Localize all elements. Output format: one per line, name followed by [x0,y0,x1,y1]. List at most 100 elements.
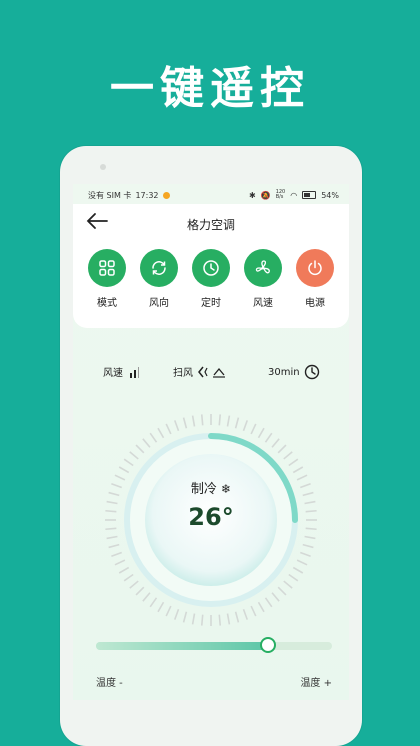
power-icon [308,260,322,276]
dial-tick [182,611,188,623]
temp-plus-button[interactable]: 温度 + [300,674,332,689]
network-speed: 120 B/s [275,189,286,200]
status-left: 没有 SIM 卡 17:32 [88,190,170,201]
dial-tick [283,580,293,589]
dial-tick [271,592,280,602]
direction-button[interactable]: 风向 [135,249,183,309]
dial-tick [135,444,145,454]
fan-speed-info: 风速 [103,364,141,379]
temperature-slider[interactable] [96,637,332,653]
timer-button[interactable]: 定时 [187,249,235,309]
mode-button[interactable]: 模式 [83,249,131,309]
fan-speed-label: 风速 [253,298,273,309]
dial-tick [302,543,314,549]
mute-icon: 🔕 [260,190,271,200]
dial-tick [200,414,204,426]
dial-tick [234,611,240,623]
clock-icon [203,260,219,276]
dial-tick [292,566,304,574]
dial-tick [157,427,165,439]
refresh-icon [152,261,166,275]
dial-tick [157,601,165,613]
dial-tick [123,458,134,467]
dial-readout: 制冷 ❄ 26° [73,478,349,531]
dial-tick [226,613,231,625]
carrier-text: 没有 SIM 卡 [88,191,132,200]
mode-text: 制冷 [190,482,217,497]
grid-icon [99,260,115,276]
fan-speed-circle[interactable] [244,249,282,287]
dial-tick [264,432,273,443]
direction-circle[interactable] [140,249,178,287]
status-bar: 没有 SIM 卡 17:32 ✱ 🔕 120 B/s ◠ 54% [73,184,349,204]
dial-tick [257,601,265,613]
dial-tick [250,423,257,435]
dial-tick [218,614,222,626]
dial-tick [149,597,158,608]
dial-tick [288,573,299,582]
dial-tick [283,451,293,460]
temp-minus-button[interactable]: 温度 - [96,674,123,689]
battery-percent: 54% [321,190,339,200]
dial-tick [296,559,308,566]
fan-speed-info-label: 风速 [103,368,123,379]
dial-tick [264,597,273,608]
control-card: 格力空调 模式 风向 定时 风速 电源 [73,204,349,328]
snowflake-icon: ❄ [221,482,232,496]
dial-tick [257,427,265,439]
camera-dot [100,164,106,170]
dial-tick [165,423,172,435]
dial-tick [142,438,151,448]
dial-tick [277,586,287,596]
power-label: 电源 [305,298,325,309]
swing-info-label: 扫风 [173,368,193,379]
bluetooth-icon: ✱ [249,190,256,200]
dial-tick [292,466,304,474]
dial-tick [242,608,249,620]
dial-tick [135,586,145,596]
power-circle[interactable] [296,249,334,287]
power-button[interactable]: 电源 [291,249,339,309]
dial-tick [242,420,249,432]
dial-tick [250,605,257,617]
dial-tick [234,417,240,429]
dial-tick [218,414,222,426]
notification-icon [162,192,170,199]
dial-tick [106,535,118,540]
dial-mode: 制冷 ❄ [73,478,349,497]
dial-tick [288,458,299,467]
dial-tick [299,551,311,558]
dial-tick [200,614,204,626]
dial-tick [149,432,158,443]
slider-knob[interactable] [260,637,277,653]
app-screen: 没有 SIM 卡 17:32 ✱ 🔕 120 B/s ◠ 54% 格力空调 模式… [73,184,349,700]
dial-tick [114,559,126,566]
timer-label: 定时 [201,298,221,309]
signal-bars-icon [130,366,139,378]
mode-circle[interactable] [88,249,126,287]
dial-tick [111,551,123,558]
clock-outline-icon [304,364,319,380]
dial-tick [271,438,280,448]
dial-tick [129,451,139,460]
wifi-icon: ◠ [290,190,298,200]
dial-tick [108,543,120,549]
mode-label: 模式 [97,298,117,309]
dial-tick [191,613,196,625]
fan-speed-button[interactable]: 风速 [239,249,287,309]
dial-tick [129,580,139,589]
battery-icon [302,191,317,199]
dial-tick [173,608,180,620]
dial-tick [165,605,172,617]
dial-tick [226,415,231,427]
timer-info: 30min [268,364,320,380]
swing-icon [198,366,225,378]
dial-tick [304,535,316,540]
control-buttons: 模式 风向 定时 风速 电源 [83,249,339,309]
status-time: 17:32 [135,191,159,200]
swing-info: 扫风 [173,364,227,379]
dial-tick [191,415,196,427]
timer-circle[interactable] [192,249,230,287]
slider-fill [96,642,269,650]
dial-tick [277,444,287,454]
